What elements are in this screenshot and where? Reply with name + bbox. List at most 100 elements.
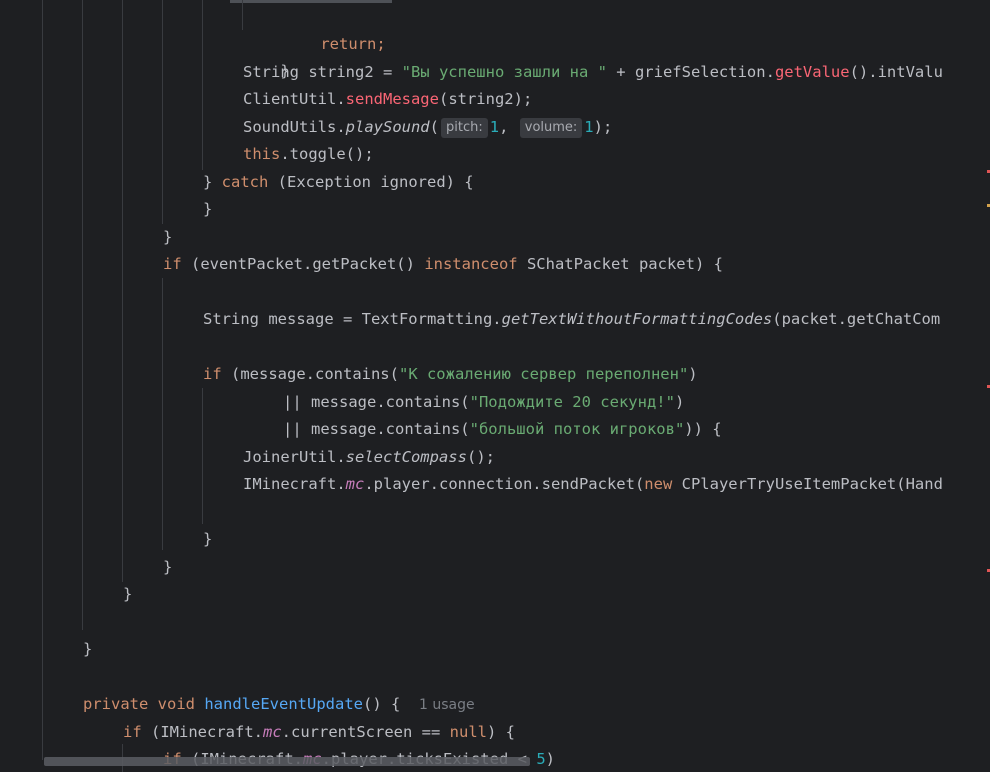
static-field: mc — [263, 723, 282, 741]
code-line[interactable]: || message.contains("Подождите 20 секунд… — [283, 389, 684, 416]
code-line[interactable]: } — [203, 526, 212, 553]
code-line[interactable]: IMinecraft.mc.player.connection.sendPack… — [243, 471, 943, 498]
if-keyword: if — [203, 365, 222, 383]
code-token: } — [203, 173, 222, 191]
code-token: )) { — [684, 420, 722, 438]
code-line[interactable]: } — [203, 196, 212, 223]
code-line[interactable]: SoundUtils.playSound(pitch: 1, volume: 1); — [243, 114, 612, 141]
method-declaration-name: handleEventUpdate — [204, 695, 363, 713]
code-token: ) — [545, 750, 555, 768]
code-token: ); — [593, 118, 613, 136]
static-method-call: selectCompass — [345, 448, 467, 466]
top-scroll-indicator — [230, 0, 392, 3]
code-line[interactable]: String string2 = "Вы успешно зашли на " … — [243, 59, 943, 86]
indent-guide — [162, 0, 163, 224]
code-token: .player.connection.sendPacket( — [364, 475, 645, 493]
unresolved-method: sendMesage — [345, 90, 439, 108]
code-token: (packet.getChatCom — [772, 310, 941, 328]
catch-keyword: catch — [221, 173, 269, 191]
code-token: JoinerUtil. — [243, 448, 346, 466]
parameter-hint-volume: volume: — [519, 118, 583, 138]
code-line[interactable]: } — [123, 581, 132, 608]
code-token: (IMinecraft. — [141, 723, 263, 741]
closing-brace: } — [203, 200, 213, 218]
code-token: (Exception ignored) { — [268, 173, 474, 191]
unresolved-method: getValue — [774, 63, 850, 81]
closing-brace: } — [163, 558, 173, 576]
code-line[interactable]: } — [163, 224, 172, 251]
code-token: String message = TextFormatting. — [203, 310, 502, 328]
indent-guide — [42, 0, 43, 760]
code-token: SoundUtils. — [243, 118, 346, 136]
code-token: + griefSelection. — [606, 63, 775, 81]
code-token: ) — [674, 393, 685, 411]
string-literal: "Вы успешно зашли на " — [401, 63, 607, 81]
this-keyword: this — [243, 145, 281, 163]
code-token: ClientUtil. — [243, 90, 346, 108]
if-keyword: if — [123, 723, 142, 741]
code-line[interactable]: this.toggle(); — [243, 141, 374, 168]
number-literal: 1 — [489, 118, 500, 136]
code-token: (); — [466, 448, 495, 466]
void-keyword: void — [157, 695, 195, 713]
code-line[interactable]: if (eventPacket.getPacket() instanceof S… — [163, 251, 723, 278]
null-keyword: null — [449, 723, 487, 741]
instanceof-keyword: instanceof — [424, 255, 518, 273]
code-token: CPlayerTryUseItemPacket(Hand — [672, 475, 943, 493]
code-editor[interactable]: return; } String string2 = "Вы успешно з… — [0, 0, 990, 772]
code-token: SChatPacket packet) { — [517, 255, 723, 273]
code-line[interactable]: } catch (Exception ignored) { — [203, 169, 474, 196]
code-token: ) — [688, 365, 698, 383]
private-keyword: private — [83, 695, 149, 713]
closing-brace: } — [163, 228, 173, 246]
code-token: .currentScreen == — [281, 723, 450, 741]
static-method-call: playSound — [345, 118, 430, 136]
parameter-hint-pitch: pitch: — [441, 118, 488, 138]
code-token: (eventPacket.getPacket() — [181, 255, 425, 273]
closing-brace: } — [203, 530, 213, 548]
number-literal: 1 — [584, 118, 594, 136]
code-line[interactable]: } — [243, 31, 289, 80]
number-literal: 5 — [536, 750, 546, 768]
code-token: .toggle(); — [280, 145, 374, 163]
code-token: , — [499, 118, 518, 136]
indent-guide — [202, 388, 203, 524]
string-literal: "К сожалению сервер переполнен" — [398, 365, 689, 383]
code-line[interactable]: || message.contains("большой поток игрок… — [283, 416, 722, 443]
closing-brace: } — [123, 585, 133, 603]
code-token: ().intValu — [849, 63, 943, 81]
code-token: IMinecraft. — [243, 475, 346, 493]
code-line[interactable]: } — [83, 636, 92, 663]
static-method-call: getTextWithoutFormattingCodes — [501, 310, 773, 328]
indent-guide — [162, 278, 163, 550]
code-token: ( — [429, 118, 439, 136]
closing-brace: } — [83, 640, 93, 658]
code-line[interactable]: private void handleEventUpdate() { 1 usa… — [83, 691, 475, 718]
return-keyword: return; — [320, 35, 386, 53]
indent-guide — [242, 0, 243, 30]
code-line[interactable]: return; — [283, 4, 385, 53]
code-token: (string2); — [438, 90, 533, 108]
code-line[interactable]: if (IMinecraft.mc.currentScreen == null)… — [123, 719, 515, 746]
code-line[interactable]: } — [163, 554, 172, 581]
code-token: (message.contains( — [221, 365, 399, 383]
if-keyword: if — [163, 255, 182, 273]
code-token: () { — [362, 695, 401, 713]
code-line[interactable]: JoinerUtil.selectCompass(); — [243, 444, 495, 471]
string-literal: "Подождите 20 секунд!" — [469, 393, 675, 411]
horizontal-scrollbar-thumb[interactable] — [44, 757, 530, 766]
code-token: ) { — [486, 723, 515, 741]
indent-guide — [82, 0, 83, 630]
string-literal: "большой поток игроков" — [469, 420, 685, 438]
code-line[interactable]: ClientUtil.sendMesage(string2); — [243, 86, 532, 113]
code-line[interactable]: String message = TextFormatting.getTextW… — [203, 306, 940, 333]
code-token: || message.contains( — [283, 393, 470, 411]
indent-guide — [122, 0, 123, 582]
code-token: || message.contains( — [283, 420, 470, 438]
code-token: String string2 = — [243, 63, 402, 81]
code-line[interactable]: if (message.contains("К сожалению сервер… — [203, 361, 698, 388]
new-keyword: new — [644, 475, 673, 493]
indent-guide — [202, 0, 203, 170]
usages-hint[interactable]: 1 usage — [419, 697, 475, 713]
static-field: mc — [345, 475, 365, 493]
